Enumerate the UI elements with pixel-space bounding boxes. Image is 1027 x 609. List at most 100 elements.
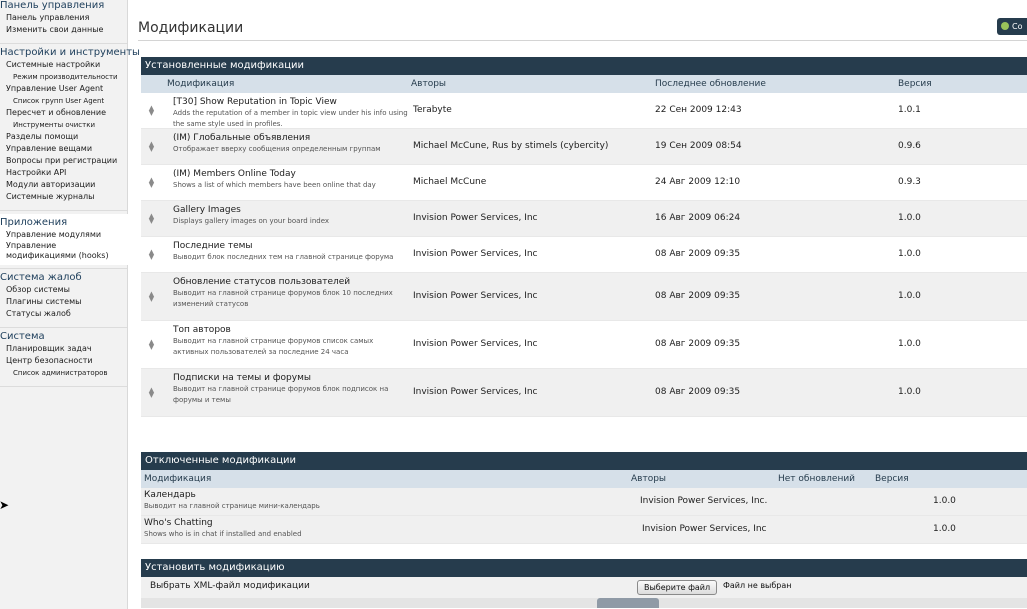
hook-version: 1.0.0 [898, 249, 921, 259]
hook-name[interactable]: Календарь [144, 490, 444, 500]
column-header-authors: Авторы [411, 79, 447, 89]
sidebar-group-title[interactable]: Настройки и инструменты [0, 47, 140, 59]
sidebar-divider [0, 43, 127, 44]
sidebar-item-login-modules[interactable]: Модули авторизации [0, 179, 127, 191]
table-row: Who's Chatting Shows who is in chat if in… [141, 516, 1027, 544]
sidebar-group-settings: Настройки и инструменты Системные настро… [0, 47, 140, 207]
install-submit-button[interactable] [597, 598, 659, 608]
sidebar-divider [0, 327, 127, 328]
hook-name[interactable]: Топ авторов [173, 325, 408, 335]
form-footer [141, 598, 1027, 608]
hook-description: Выводит на главной странице форумов спис… [173, 337, 374, 356]
drag-handle-icon[interactable]: ▲ ▼ [148, 141, 155, 153]
sidebar-item-registration-questions[interactable]: Вопросы при регистрации [0, 155, 127, 167]
hook-name[interactable]: Подписки на темы и форумы [173, 373, 408, 383]
sidebar-item-cleanup-tools[interactable]: Инструменты очистки [0, 119, 127, 131]
hook-version: 0.9.3 [898, 177, 921, 187]
page-title: Модификации [138, 20, 244, 36]
sidebar-item-report-plugins[interactable]: Плагины системы [0, 296, 127, 308]
hook-cell: (IM) Members Online Today Shows a list of… [173, 169, 408, 191]
column-header-version: Версия [875, 474, 909, 484]
sidebar-group-title[interactable]: Панель управления [0, 0, 127, 12]
sidebar-item-system-settings[interactable]: Системные настройки [0, 59, 127, 71]
sidebar-item-report-statuses[interactable]: Статусы жалоб [0, 308, 127, 320]
table-header: Модификация Авторы Нет обновлений Версия [141, 470, 1027, 488]
table-row: ▲ ▼ (IM) Глобальные объявления Отображает в… [141, 129, 1027, 165]
hook-authors: Invision Power Services, Inc. [640, 496, 768, 506]
hook-name[interactable]: [T30] Show Reputation in Topic View [173, 97, 408, 107]
install-form-row: Выбрать XML-файл модификации Выберите фа… [141, 577, 1027, 608]
table-header: Модификация Авторы Последнее обновление … [141, 75, 1027, 93]
hook-authors: Invision Power Services, Inc [413, 213, 538, 223]
section-title: Отключенные модификации [141, 452, 1027, 470]
top-action-button[interactable]: Со [997, 18, 1027, 35]
choose-file-button[interactable]: Выберите файл [637, 580, 718, 595]
hook-name[interactable]: (IM) Members Online Today [173, 169, 408, 179]
sidebar-item-performance-mode[interactable]: Режим производительности [0, 71, 127, 83]
drag-handle-icon[interactable]: ▲ ▼ [148, 249, 155, 261]
sidebar-item-user-agents[interactable]: Управление User Agent [0, 83, 127, 95]
installed-hooks-list: ▲ ▼ [T30] Show Reputation in Topic View Add… [141, 93, 1027, 417]
hook-updated: 08 Авг 2009 09:35 [655, 339, 741, 349]
hook-description: Выводит на главной странице форумов блок… [173, 289, 393, 308]
hook-description: Отображает вверху сообщения определенным… [173, 145, 381, 153]
hook-description: Выводит на главной странице мини-календа… [144, 502, 320, 510]
file-status: Файл не выбран [723, 581, 792, 590]
sidebar-item-reports-overview[interactable]: Обзор системы [0, 284, 127, 296]
table-row: ▲ ▼ Gallery Images Displays gallery images … [141, 201, 1027, 237]
sidebar-item-task-manager[interactable]: Планировщик задач [0, 343, 127, 355]
drag-handle-icon[interactable]: ▲ ▼ [148, 213, 155, 225]
sidebar-item-manage-hooks[interactable]: Управление модификациями (hooks) [0, 241, 128, 261]
sidebar-group-title[interactable]: Приложения [0, 217, 128, 229]
disabled-hooks-list: Календарь Выводит на главной странице мин… [141, 488, 1027, 544]
drag-handle-icon[interactable]: ▲ ▼ [148, 387, 155, 399]
sidebar-item-security-center[interactable]: Центр безопасности [0, 355, 127, 367]
drag-handle-icon[interactable]: ▲ ▼ [148, 105, 155, 117]
hook-authors: Invision Power Services, Inc [413, 339, 538, 349]
hook-cell: Gallery Images Displays gallery images on… [173, 205, 408, 227]
hook-updated: 16 Авг 2009 06:24 [655, 213, 741, 223]
sidebar-item-recount[interactable]: Пересчет и обновление [0, 107, 127, 119]
sidebar-item-admin-list[interactable]: Список администраторов [0, 367, 127, 379]
sidebar-item-user-agent-groups[interactable]: Список групп User Agent [0, 95, 127, 107]
sidebar-item-help-files[interactable]: Разделы помощи [0, 131, 127, 143]
sidebar-item-edit-profile[interactable]: Изменить свои данные [0, 24, 127, 36]
sidebar-item-manage-items[interactable]: Управление вещами [0, 143, 127, 155]
hook-cell: Подписки на темы и форумы Выводит на глав… [173, 373, 408, 406]
drag-handle-icon[interactable]: ▲ ▼ [148, 291, 155, 303]
column-header-version: Версия [898, 79, 932, 89]
section-title: Установленные модификации [141, 57, 1027, 75]
hook-description: Adds the reputation of a member in topic… [173, 109, 408, 128]
table-row: ▲ ▼ (IM) Members Online Today Shows a list … [141, 165, 1027, 201]
hook-cell: Последние темы Выводит блок последних тем… [173, 241, 408, 263]
sidebar-item-api-settings[interactable]: Настройки API [0, 167, 127, 179]
drag-handle-icon[interactable]: ▲ ▼ [148, 339, 155, 351]
drag-handle-icon[interactable]: ▲ ▼ [148, 177, 155, 189]
sidebar-group-system: Система Планировщик задач Центр безопасн… [0, 331, 127, 383]
table-row: ▲ ▼ [T30] Show Reputation in Topic View Add… [141, 93, 1027, 129]
sidebar-item-manage-applications[interactable]: Управление модулями [0, 229, 128, 241]
hook-version: 1.0.0 [898, 291, 921, 301]
column-header-updated: Последнее обновление [655, 79, 766, 89]
hook-description: Выводит блок последних тем на главной ст… [173, 253, 394, 261]
sidebar-divider [0, 386, 127, 387]
hook-name[interactable]: Обновление статусов пользователей [173, 277, 408, 287]
hook-name[interactable]: (IM) Глобальные объявления [173, 133, 408, 143]
sidebar-item-system-logs[interactable]: Системные журналы [0, 191, 127, 203]
hook-updated: 22 Сен 2009 12:43 [655, 105, 742, 115]
hook-name[interactable]: Gallery Images [173, 205, 408, 215]
sidebar: Панель управления Панель управления Изме… [0, 0, 140, 609]
sidebar-group-dashboard: Панель управления Панель управления Изме… [0, 0, 127, 40]
table-row: ▲ ▼ Последние темы Выводит блок последних т… [141, 237, 1027, 273]
sidebar-group-reports: Система жалоб Обзор системы Плагины сист… [0, 272, 127, 324]
sidebar-item-dashboard[interactable]: Панель управления [0, 12, 127, 24]
hook-cell: [T30] Show Reputation in Topic View Adds … [173, 97, 408, 130]
sidebar-group-title[interactable]: Система жалоб [0, 272, 127, 284]
disabled-hooks-section: Отключенные модификации Модификация Авто… [141, 452, 1027, 544]
column-header-hook: Модификация [144, 474, 212, 484]
column-header-hook: Модификация [167, 79, 235, 89]
hook-name[interactable]: Who's Chatting [144, 518, 444, 528]
hook-version: 1.0.0 [933, 524, 956, 534]
hook-name[interactable]: Последние темы [173, 241, 408, 251]
sidebar-group-title[interactable]: Система [0, 331, 127, 343]
